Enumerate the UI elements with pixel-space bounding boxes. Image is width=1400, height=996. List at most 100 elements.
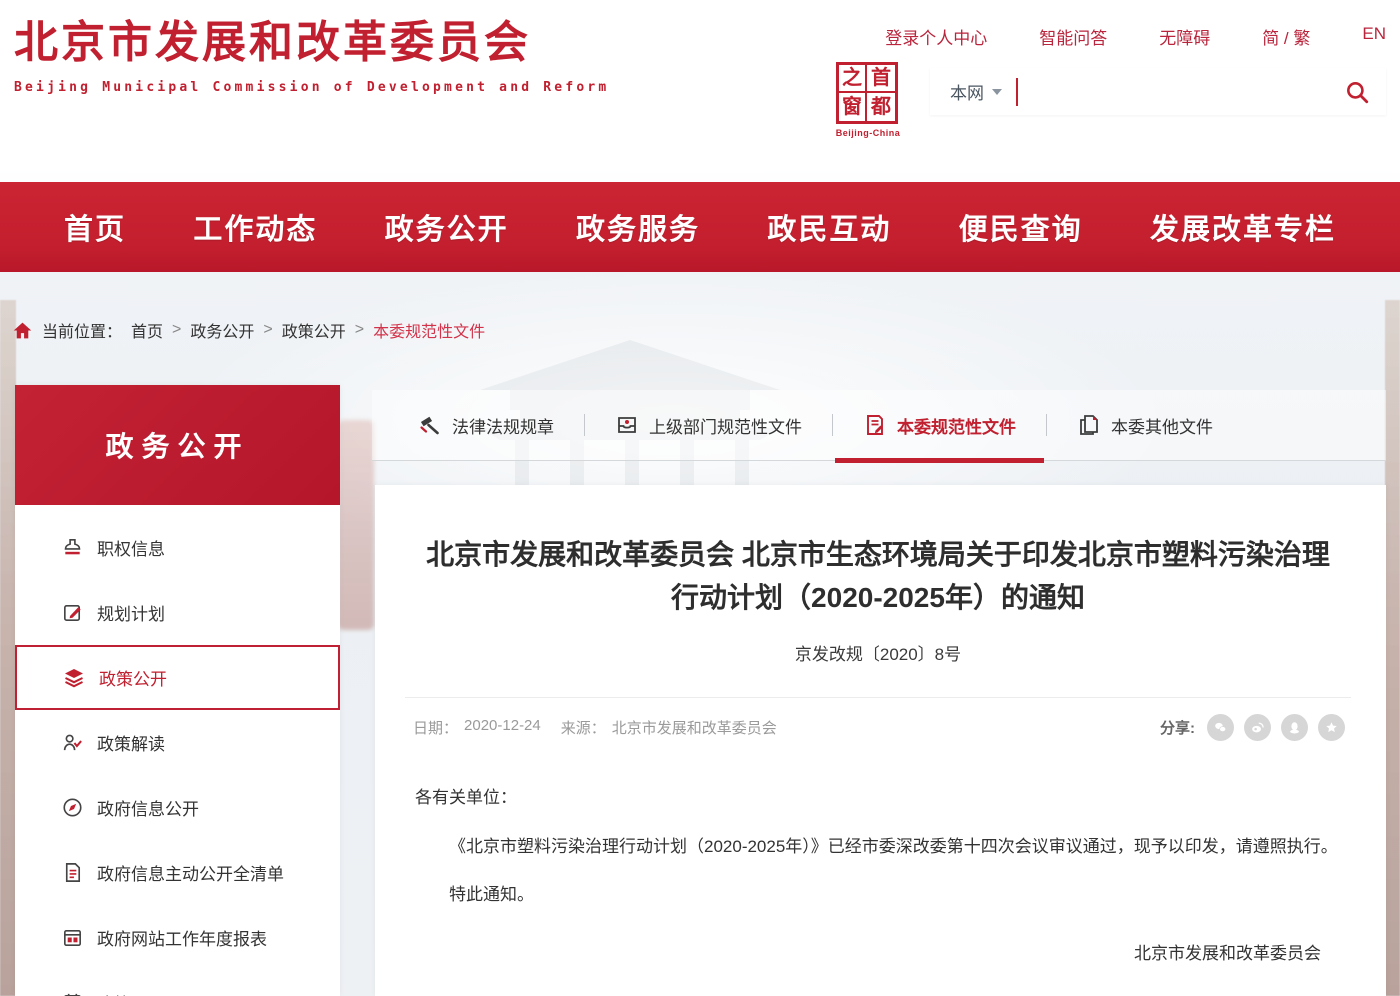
paragraph: 特此通知。: [415, 878, 1341, 913]
nav-item-convenience-query[interactable]: 便民查询: [959, 206, 1083, 248]
breadcrumb-current: 本委规范性文件: [373, 318, 485, 342]
search-scope-label: 本网: [950, 79, 984, 104]
date-value: 2020-12-24: [464, 717, 541, 738]
seal-char: 首: [867, 65, 895, 93]
qq-share-button[interactable]: [1281, 714, 1308, 741]
sidebar-item-label: 政府信息主动公开全清单: [97, 860, 284, 885]
seal-char: 都: [867, 93, 895, 121]
source-label: 来源：: [561, 717, 606, 738]
tab-commission-other-docs[interactable]: 本委其他文件: [1047, 390, 1243, 460]
salutation: 各有关单位：: [415, 781, 1341, 816]
inbox-icon: [615, 413, 639, 437]
login-personal-center-link[interactable]: 登录个人中心: [885, 24, 987, 49]
wechat-share-button[interactable]: [1207, 714, 1234, 741]
breadcrumb: 当前位置： 首页 > 政务公开 > 政策公开 > 本委规范性文件: [12, 318, 485, 342]
layers-icon: [62, 666, 86, 690]
nav-item-public-interaction[interactable]: 政民互动: [767, 206, 891, 248]
sidebar-item-label: 职权信息: [97, 535, 165, 560]
seal-char: 之: [839, 65, 867, 93]
sidebar-title-text: 政务公开: [105, 425, 249, 465]
document-category-tabs: 法律法规规章 上级部门规范性文件 本委规范性文件 本委其他文件: [372, 390, 1386, 461]
sidebar-item-label: 政策解读: [97, 730, 165, 755]
list-doc-icon: [60, 861, 84, 885]
date-label: 日期：: [413, 717, 458, 738]
nav-item-gov-disclosure[interactable]: 政务公开: [385, 206, 509, 248]
accessibility-link[interactable]: 无障碍: [1159, 24, 1210, 49]
source-value: 北京市发展和改革委员会: [612, 717, 777, 738]
breadcrumb-label: 当前位置：: [42, 318, 122, 342]
sidebar-item-policy-interpretation[interactable]: 政策解读: [15, 710, 340, 775]
sidebar-item-proactive-disclosure-list[interactable]: 政府信息主动公开全清单: [15, 840, 340, 905]
sidebar-item-planning[interactable]: 规划计划: [15, 580, 340, 645]
docs-icon: [1077, 413, 1101, 437]
tab-superior-normative-docs[interactable]: 上级部门规范性文件: [585, 390, 832, 460]
search-scope-dropdown[interactable]: 本网: [930, 79, 1016, 104]
doc-pen-icon: [863, 413, 887, 437]
background-texture-left: [0, 300, 16, 996]
weibo-share-button[interactable]: [1244, 714, 1271, 741]
sidebar-item-gov-info-disclosure[interactable]: 政府信息公开: [15, 775, 340, 840]
sidebar-item-website-annual-report[interactable]: 政府网站工作年度报表: [15, 905, 340, 970]
search-input[interactable]: [1018, 68, 1328, 115]
qq-icon: [1287, 720, 1302, 735]
signature: 北京市发展和改革委员会: [415, 937, 1341, 972]
main-content: 法律法规规章 上级部门规范性文件 本委规范性文件 本委其他文件 北京市发展和改革…: [372, 390, 1386, 996]
tab-label: 本委规范性文件: [897, 413, 1016, 438]
capital-window-seal-logo[interactable]: 之 首 窗 都: [836, 62, 898, 124]
smart-qa-link[interactable]: 智能问答: [1039, 24, 1107, 49]
tab-label: 上级部门规范性文件: [649, 413, 802, 438]
paragraph: 《北京市塑料污染治理行动计划（2020-2025年）》已经市委深改委第十四次会议…: [415, 830, 1341, 865]
share-label: 分享:: [1160, 717, 1195, 738]
background-texture-right: [1385, 300, 1400, 996]
sidebar-item-label: 规划计划: [97, 600, 165, 625]
weibo-icon: [1250, 720, 1265, 735]
tab-laws-regulations[interactable]: 法律法规规章: [388, 390, 584, 460]
sidebar-title: 政务公开: [15, 385, 340, 505]
chevron-down-icon: [992, 89, 1002, 95]
background-texture-gutter: [338, 420, 374, 630]
tab-label: 本委其他文件: [1111, 413, 1213, 438]
nav-item-reform-column[interactable]: 发展改革专栏: [1150, 206, 1336, 248]
document-number: 京发改规〔2020〕8号: [405, 640, 1351, 665]
sidebar-item-policy-disclosure[interactable]: 政策公开: [15, 645, 340, 710]
search-button[interactable]: [1328, 79, 1386, 105]
catalog-icon: [60, 991, 84, 996]
primary-nav: 首页 工作动态 政务公开 政务服务 政民互动 便民查询 发展改革专栏: [0, 182, 1400, 272]
sidebar-item-label: 政策公开: [99, 665, 167, 690]
favorite-share-button[interactable]: [1318, 714, 1345, 741]
breadcrumb-separator: >: [355, 321, 364, 339]
stamp-icon: [60, 536, 84, 560]
article-meta: 日期： 2020-12-24 来源： 北京市发展和改革委员会: [413, 717, 777, 738]
site-logo[interactable]: 北京市发展和改革委员会 Beijing Municipal Commission…: [14, 12, 609, 95]
nav-item-home[interactable]: 首页: [64, 206, 126, 248]
tab-label: 法律法规规章: [452, 413, 554, 438]
article-panel: 北京市发展和改革委员会 北京市生态环境局关于印发北京市塑料污染治理行动计划（20…: [375, 485, 1386, 996]
wechat-icon: [1213, 720, 1228, 735]
nav-item-work-news[interactable]: 工作动态: [193, 206, 317, 248]
english-link[interactable]: EN: [1362, 24, 1386, 49]
breadcrumb-gov-disclosure[interactable]: 政务公开: [190, 318, 254, 342]
breadcrumb-home[interactable]: 首页: [131, 318, 163, 342]
share-bar: 分享:: [1160, 714, 1345, 741]
sidebar-item-decision-catalog[interactable]: 决策目录: [15, 970, 340, 996]
tab-commission-normative-docs[interactable]: 本委规范性文件: [833, 390, 1046, 460]
seal-caption: Beijing-China: [828, 128, 908, 138]
report-icon: [60, 926, 84, 950]
gavel-icon: [418, 413, 442, 437]
site-title: 北京市发展和改革委员会: [14, 12, 609, 74]
home-icon: [12, 320, 33, 341]
sidebar: 政务公开 职权信息 规划计划 政策公开 政策解读: [15, 385, 340, 996]
sidebar-item-label: 政府网站工作年度报表: [97, 925, 267, 950]
sidebar-item-label: 决策目录: [97, 990, 165, 996]
interpret-icon: [60, 731, 84, 755]
article-title: 北京市发展和改革委员会 北京市生态环境局关于印发北京市塑料污染治理行动计划（20…: [413, 533, 1343, 620]
search-icon: [1344, 79, 1370, 105]
site-header: 北京市发展和改革委员会 Beijing Municipal Commission…: [0, 0, 1400, 180]
simplified-traditional-toggle[interactable]: 简 / 繁: [1262, 24, 1310, 49]
sidebar-menu: 职权信息 规划计划 政策公开 政策解读 政府信息公开: [15, 505, 340, 996]
sidebar-item-label: 政府信息公开: [97, 795, 199, 820]
breadcrumb-policy-disclosure[interactable]: 政策公开: [282, 318, 346, 342]
sidebar-item-authority-info[interactable]: 职权信息: [15, 515, 340, 580]
nav-item-gov-services[interactable]: 政务服务: [576, 206, 700, 248]
compass-icon: [60, 796, 84, 820]
